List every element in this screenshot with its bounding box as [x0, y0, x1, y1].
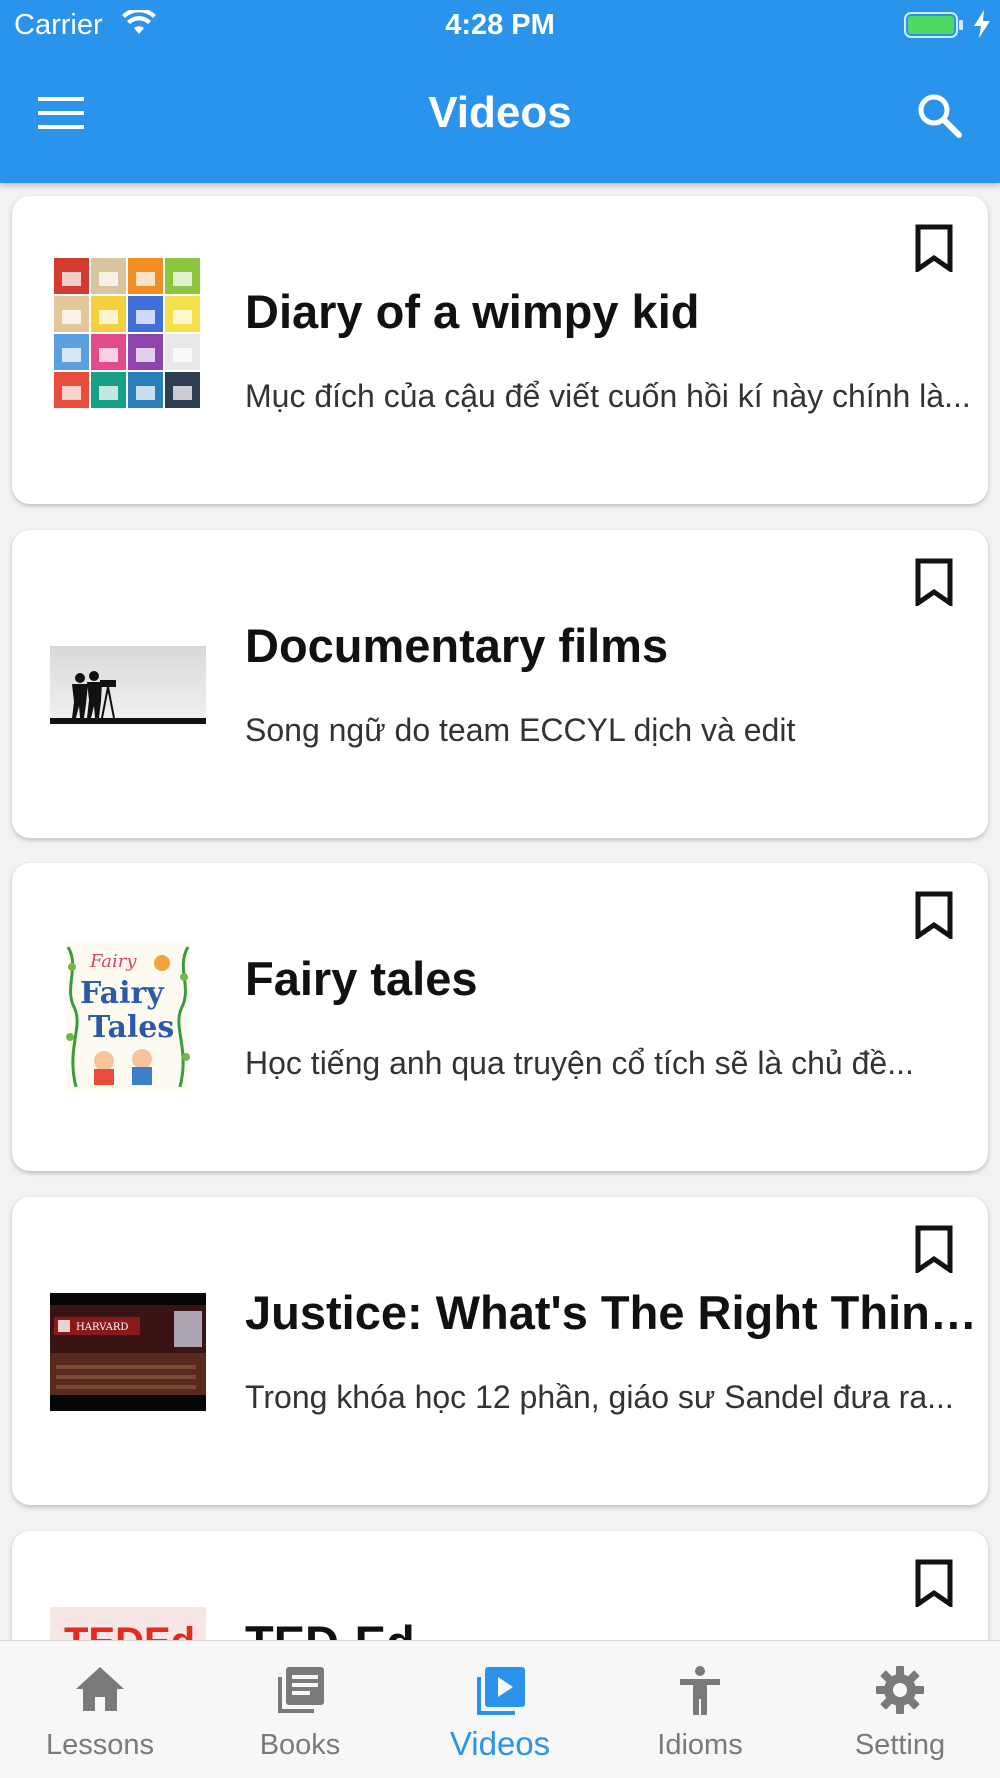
- list-item[interactable]: Fairy Fairy Tales Fairy tales Học tiếng …: [12, 863, 988, 1171]
- list-item[interactable]: HARVARD Justice: What's The Right Thing …: [12, 1197, 997, 1505]
- ted-logo-text: TEDEd: [64, 1620, 195, 1640]
- video-list[interactable]: Diary of a wimpy kid Mục đích của cậu để…: [0, 183, 1000, 1640]
- library-books-icon: [274, 1665, 326, 1722]
- search-icon[interactable]: [916, 92, 966, 142]
- clock: 4:28 PM: [445, 9, 555, 41]
- tab-label: Videos: [449, 1725, 551, 1762]
- bookmark-icon[interactable]: [914, 1559, 954, 1609]
- item-description: Trong khóa học 12 phần, giáo sư Sandel đ…: [245, 1379, 954, 1415]
- tab-lessons[interactable]: Lessons: [0, 1641, 200, 1778]
- gear-icon: [875, 1665, 925, 1720]
- harvard-logo-text: HARVARD: [76, 1322, 128, 1333]
- tab-videos[interactable]: Videos: [400, 1641, 600, 1778]
- tab-label: Setting: [854, 1729, 946, 1761]
- bookmark-icon[interactable]: [914, 558, 954, 608]
- item-title: Diary of a wimpy kid: [245, 285, 700, 338]
- item-description: Song ngữ do team ECCYL dịch và edit: [245, 712, 796, 748]
- fairy-tales-cover-text-tales: Tales: [88, 1010, 174, 1045]
- list-item[interactable]: TEDEd TED-Ed: [12, 1531, 988, 1640]
- thumbnail-fairy-tales: Fairy Fairy Tales: [50, 937, 206, 1095]
- charging-icon: [974, 10, 990, 46]
- fairy-tales-cover-text-fairy: Fairy: [80, 976, 165, 1011]
- list-item[interactable]: Diary of a wimpy kid Mục đích của cậu để…: [12, 196, 988, 504]
- item-title: Documentary films: [245, 619, 669, 672]
- item-title: Fairy tales: [245, 952, 478, 1005]
- tab-label: Lessons: [45, 1729, 154, 1761]
- video-library-icon: [473, 1665, 527, 1724]
- thumbnail-documentary-films: [50, 646, 206, 724]
- tab-setting[interactable]: Setting: [800, 1641, 1000, 1778]
- page-title: Videos: [428, 88, 572, 137]
- fairy-tales-cover-text-small: Fairy: [89, 951, 137, 972]
- status-bar: Carrier 4:28 PM: [0, 0, 1000, 52]
- accessibility-icon: [676, 1665, 724, 1722]
- list-item[interactable]: Documentary films Song ngữ do team ECCYL…: [12, 530, 988, 838]
- bookmark-icon[interactable]: [914, 224, 954, 274]
- battery-icon: [904, 12, 964, 46]
- app-bar: Carrier 4:28 PM Videos: [0, 0, 1000, 183]
- bottom-navigation: Lessons Books Videos Idioms Setting: [0, 1640, 1000, 1778]
- item-description: Học tiếng anh qua truyện cổ tích sẽ là c…: [245, 1045, 914, 1081]
- tab-label: Books: [259, 1729, 341, 1761]
- thumbnail-ted-ed: TEDEd: [50, 1607, 206, 1640]
- tab-books[interactable]: Books: [200, 1641, 400, 1778]
- tab-idioms[interactable]: Idioms: [600, 1641, 800, 1778]
- bookmark-icon[interactable]: [914, 891, 954, 941]
- thumbnail-diary-of-a-wimpy-kid: [50, 256, 206, 412]
- thumbnail-justice: HARVARD: [50, 1293, 206, 1411]
- tab-label: Idioms: [657, 1729, 743, 1761]
- item-title: Justice: What's The Right Thing To Do?: [245, 1286, 997, 1339]
- item-title: TED-Ed: [245, 1615, 997, 1640]
- home-icon: [74, 1665, 126, 1718]
- bookmark-icon[interactable]: [914, 1225, 954, 1275]
- item-description: Mục đích của cậu để viết cuốn hồi kí này…: [245, 378, 971, 414]
